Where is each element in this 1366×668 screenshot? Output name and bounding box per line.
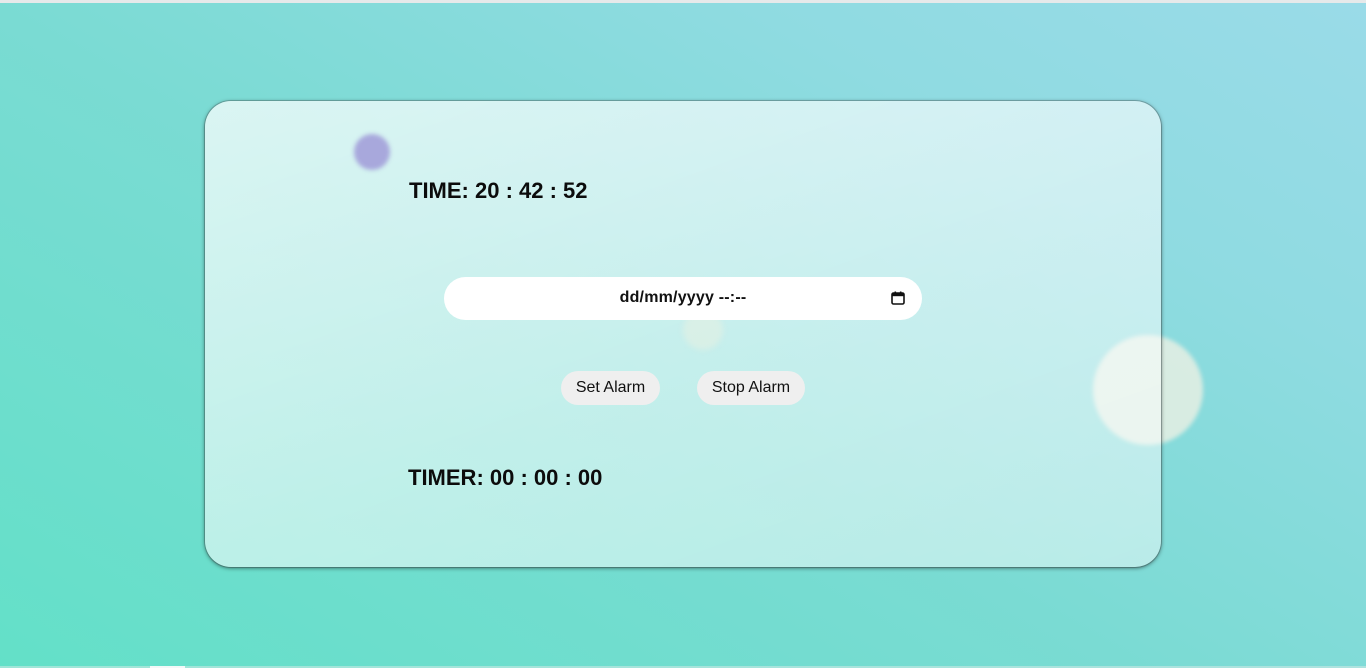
stop-alarm-button[interactable]: Stop Alarm xyxy=(697,371,805,405)
alarm-datetime-input[interactable]: dd/mm/yyyy --:-- xyxy=(444,277,922,320)
calendar-icon[interactable] xyxy=(891,291,905,305)
timer-display: TIMER: 00 : 00 : 00 xyxy=(408,465,603,490)
set-alarm-button[interactable]: Set Alarm xyxy=(561,371,660,405)
decorative-blob-purple xyxy=(354,134,390,170)
window-top-edge xyxy=(0,0,1366,3)
datetime-placeholder: dd/mm/yyyy --:-- xyxy=(619,289,747,306)
current-time-display: TIME: 20 : 42 : 52 xyxy=(409,178,588,203)
